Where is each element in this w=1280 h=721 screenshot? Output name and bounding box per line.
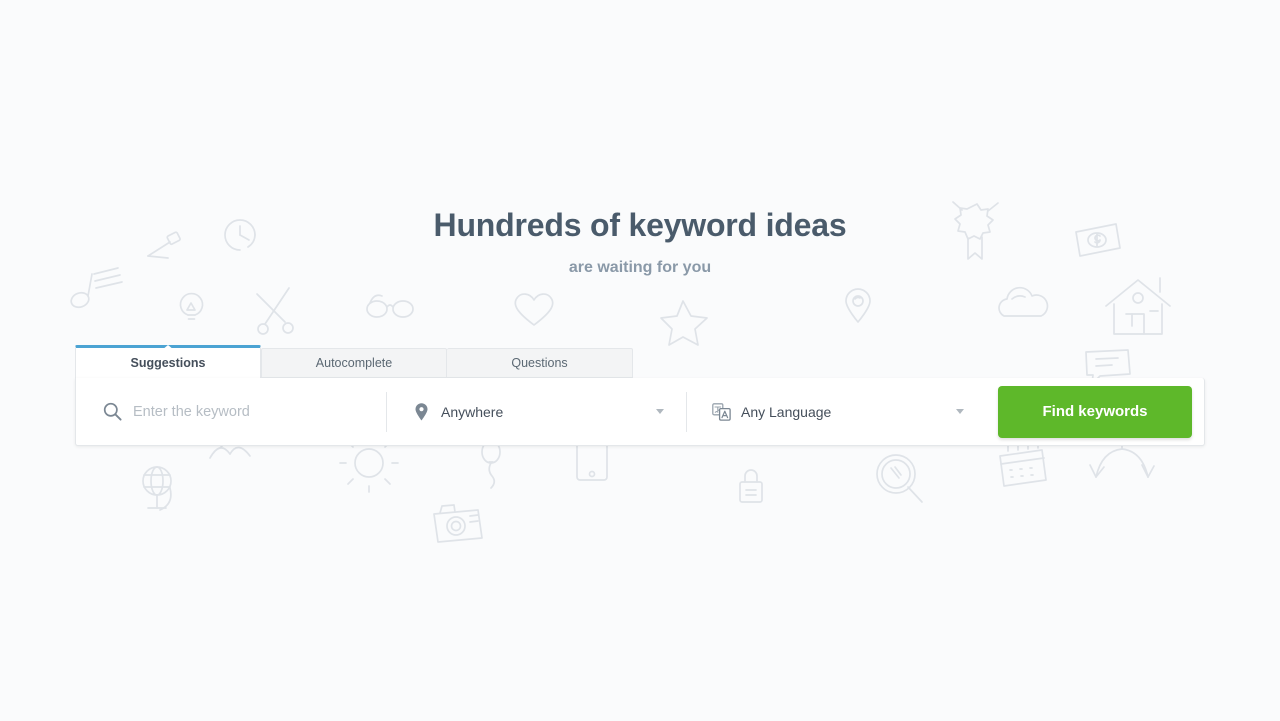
tab-autocomplete[interactable]: Autocomplete (261, 348, 447, 378)
map-pin-icon (409, 402, 433, 421)
language-select[interactable]: Any Language (687, 378, 986, 446)
page-title: Hundreds of keyword ideas (433, 207, 847, 243)
search-input[interactable] (125, 402, 365, 421)
tab-questions-label: Questions (511, 356, 568, 370)
lightbulb-doodle-icon (179, 292, 204, 320)
star-doodle-icon (660, 300, 708, 346)
scissors-doodle-icon (256, 287, 294, 335)
translate-icon (709, 402, 733, 421)
search-icon (99, 402, 125, 421)
tab-autocomplete-label: Autocomplete (315, 356, 393, 370)
location-select-value: Anywhere (441, 403, 504, 420)
tab-questions[interactable]: Questions (447, 348, 633, 378)
search-bar: Anywhere Any Language Find keywords (75, 378, 1205, 446)
lock-doodle-icon (739, 469, 763, 503)
house-doodle-icon (1105, 277, 1171, 335)
globe-doodle-icon (142, 466, 172, 511)
find-keywords-button[interactable]: Find keywords (998, 385, 1192, 438)
magnifier-doodle-icon (876, 454, 923, 503)
submit-button-container: Find keywords (986, 385, 1204, 438)
calendar-doodle-icon (999, 442, 1047, 487)
language-select-value: Any Language (741, 403, 832, 420)
balloon-doodle-icon (481, 440, 501, 489)
location-select[interactable]: Anywhere (387, 378, 686, 446)
cloud-doodle-icon (998, 286, 1049, 317)
glasses-doodle-icon (366, 294, 414, 318)
arrows-doodle-icon (1089, 440, 1155, 478)
chevron-down-icon[interactable] (656, 409, 664, 414)
tab-strip: Suggestions Autocomplete Questions (75, 345, 1205, 378)
tab-suggestions[interactable]: Suggestions (75, 345, 261, 378)
chevron-down-icon[interactable] (956, 409, 964, 414)
bird-doodle-icon (209, 443, 251, 459)
hero-section: Hundreds of keyword ideas are waiting fo… (0, 205, 1280, 278)
keyword-search-widget: Suggestions Autocomplete Questions Enter… (75, 345, 1205, 446)
keyword-field[interactable] (76, 378, 386, 446)
tab-suggestions-label: Suggestions (130, 356, 206, 370)
active-tab-notch (162, 345, 174, 350)
map-pin-doodle-icon (845, 288, 871, 323)
heart-doodle-icon (514, 293, 554, 326)
camera-doodle-icon (433, 504, 483, 543)
page-subtitle: are waiting for you (568, 259, 712, 276)
